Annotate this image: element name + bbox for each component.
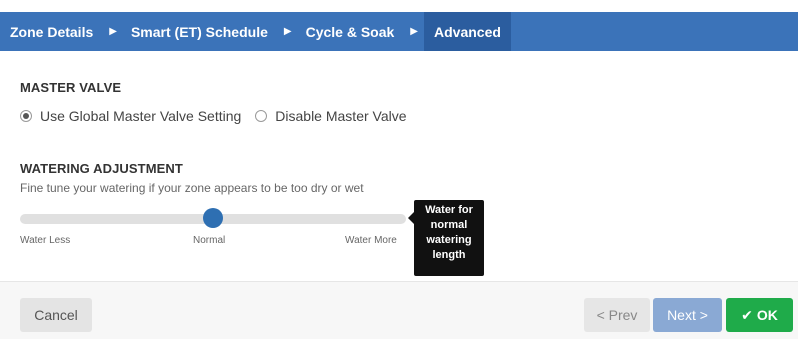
tooltip-line: normal (430, 219, 468, 231)
slider-label-mid: Normal (193, 235, 226, 246)
step-label: Smart (ET) Schedule (130, 23, 268, 40)
master-valve-options: Use Global Master Valve Setting Disable … (20, 108, 421, 124)
radio-label-use-global[interactable]: Use Global Master Valve Setting (40, 108, 241, 124)
step-smart-schedule[interactable]: Smart (ET) Schedule ▶ (131, 12, 306, 51)
tooltip-line: length (432, 249, 466, 261)
step-cycle-soak[interactable]: Cycle & Soak ▶ (306, 12, 418, 51)
slider-label-min: Water Less (20, 235, 71, 246)
ok-label: OK (756, 307, 778, 323)
next-button[interactable]: Next > (653, 298, 722, 332)
check-icon: ✔ (741, 306, 753, 323)
watering-adjustment-description: Fine tune your watering if your zone app… (20, 181, 364, 195)
tooltip-line: watering (426, 234, 472, 246)
slider-label-max: Water More (345, 235, 397, 246)
ok-button[interactable]: ✔ OK (726, 298, 793, 332)
watering-slider-thumb[interactable] (203, 208, 223, 228)
chevron-right-icon: ▶ (109, 26, 117, 37)
watering-adjustment-title: WATERING ADJUSTMENT (20, 161, 183, 176)
slider-tooltip: Water for normal watering length (408, 200, 484, 276)
step-label: Zone Details (10, 23, 94, 40)
prev-button[interactable]: < Prev (584, 298, 650, 332)
radio-label-disable[interactable]: Disable Master Valve (275, 108, 406, 124)
step-label: Cycle & Soak (305, 23, 395, 40)
step-advanced[interactable]: Advanced (424, 12, 511, 51)
master-valve-title: MASTER VALVE (20, 80, 122, 95)
radio-disable-master-valve[interactable] (255, 110, 268, 122)
step-label: Advanced (434, 23, 501, 40)
radio-use-global[interactable] (20, 110, 32, 122)
radio-selected-dot (23, 113, 29, 119)
chevron-right-icon: ▶ (410, 26, 418, 37)
chevron-right-icon: ▶ (283, 26, 292, 37)
step-navigation: Zone Details ▶ Smart (ET) Schedule ▶ Cyc… (0, 12, 798, 51)
tooltip-line: Water for (425, 204, 473, 216)
cancel-button[interactable]: Cancel (20, 298, 92, 332)
step-zone-details[interactable]: Zone Details ▶ (0, 12, 131, 51)
